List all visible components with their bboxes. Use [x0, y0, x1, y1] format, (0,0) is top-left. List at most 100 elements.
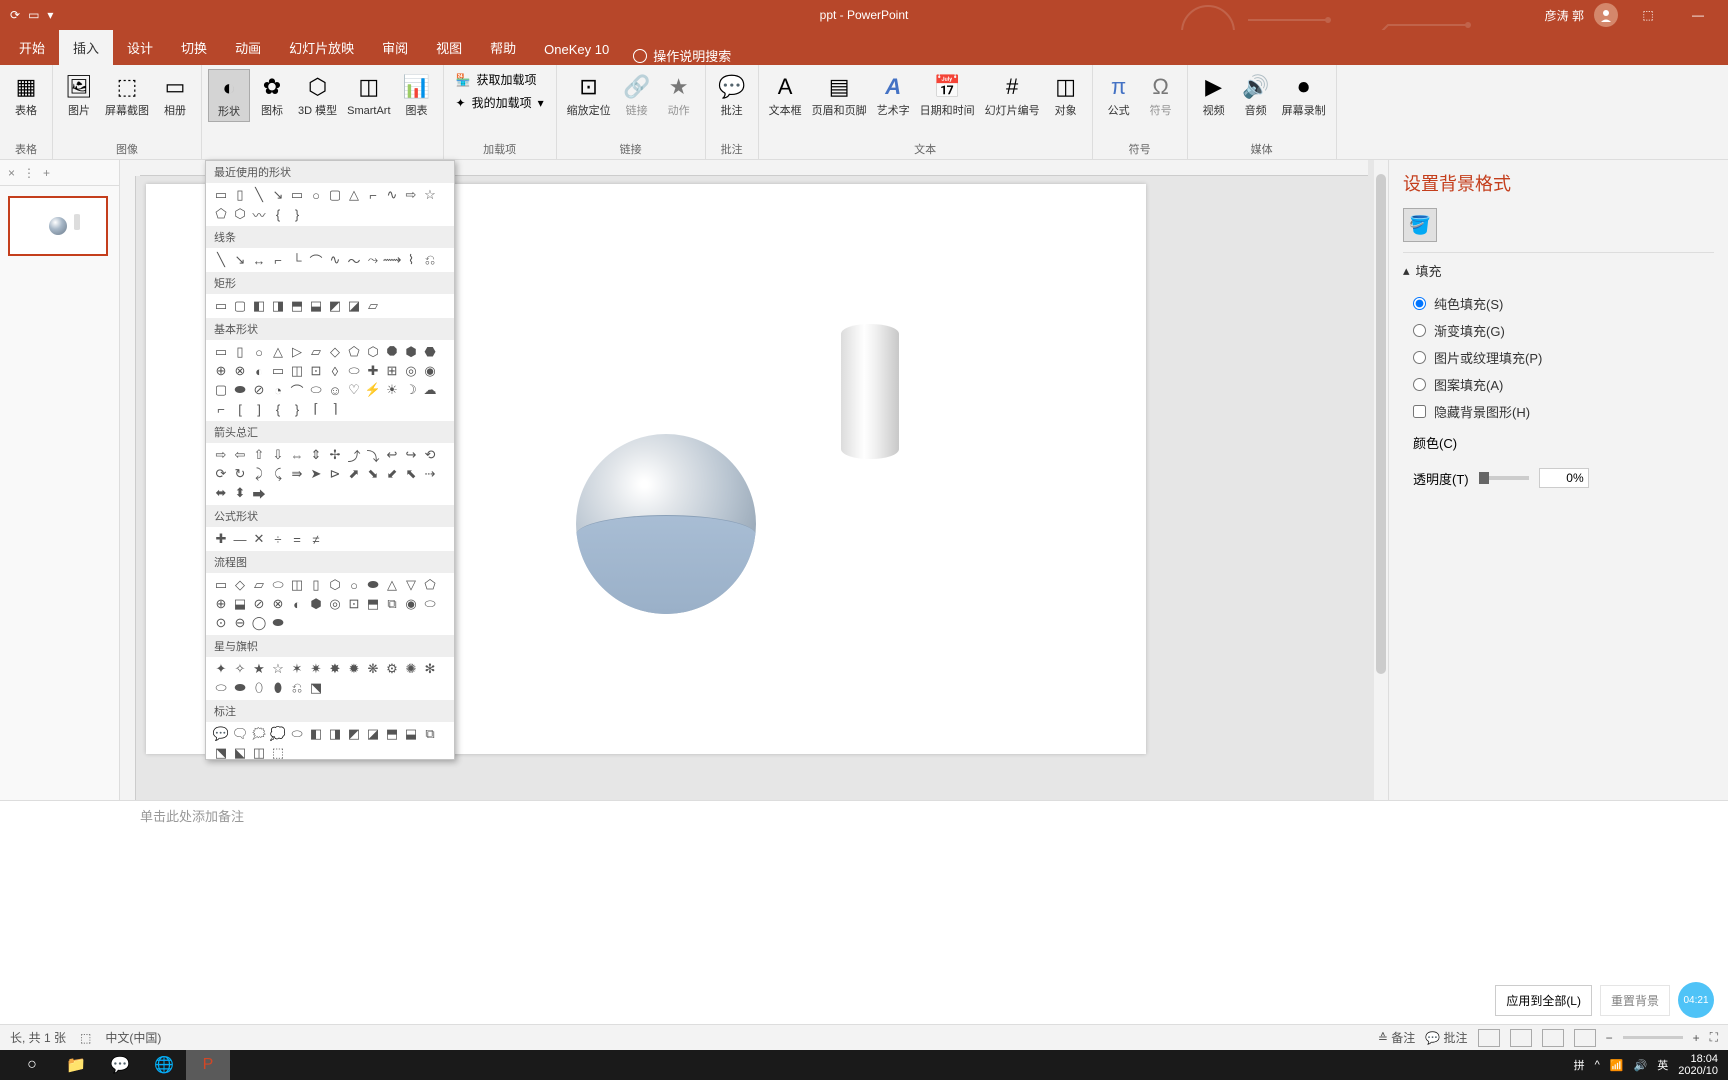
fill-section-title[interactable]: ▴填充: [1403, 261, 1714, 280]
shape-b15[interactable]: ◐: [250, 362, 268, 380]
clock-date[interactable]: 2020/10: [1678, 1065, 1718, 1077]
shape-f1[interactable]: ▭: [212, 576, 230, 594]
shape-b28[interactable]: ◔: [269, 381, 287, 399]
shape-arrow-r[interactable]: ⇨: [402, 186, 420, 204]
shape-f14[interactable]: ⬓: [231, 595, 249, 613]
shape-b8[interactable]: ⬠: [345, 343, 363, 361]
slide-thumbnail-1[interactable]: [8, 196, 108, 256]
user-avatar[interactable]: [1594, 3, 1618, 27]
shape-b9[interactable]: ⬡: [364, 343, 382, 361]
shape-f27[interactable]: ◯: [250, 614, 268, 632]
shape-line1[interactable]: ╲: [212, 251, 230, 269]
shape-b25[interactable]: ▢: [212, 381, 230, 399]
my-addins-button[interactable]: ✦我的加载项 ▾: [450, 92, 550, 113]
shape-s17[interactable]: ⎌: [288, 679, 306, 697]
shape-f21[interactable]: ⬒: [364, 595, 382, 613]
shape-a14[interactable]: ↻: [231, 465, 249, 483]
volume-icon[interactable]: 🔊: [1634, 1059, 1648, 1072]
shape-c6[interactable]: ◧: [307, 725, 325, 743]
slider-thumb[interactable]: [1479, 472, 1489, 484]
shape-s4[interactable]: ☆: [269, 660, 287, 678]
shape-a5[interactable]: ⇔: [288, 446, 306, 464]
shape-conn2[interactable]: ⟿: [383, 251, 401, 269]
header-footer-button[interactable]: ▤页眉和页脚: [808, 69, 871, 120]
shape-f28[interactable]: ⬬: [269, 614, 287, 632]
shape-s9[interactable]: ❋: [364, 660, 382, 678]
shape-b1[interactable]: ▭: [212, 343, 230, 361]
close-tab-icon[interactable]: ×: [8, 166, 15, 180]
shape-b20[interactable]: ⬭: [345, 362, 363, 380]
shape-s18[interactable]: ⬔: [307, 679, 325, 697]
shape-a19[interactable]: ⊳: [326, 465, 344, 483]
wordart-button[interactable]: A艺术字: [873, 69, 914, 120]
shape-rrect[interactable]: ▢: [326, 186, 344, 204]
shape-c4[interactable]: 💭: [269, 725, 287, 743]
shapes-button[interactable]: ◐形状: [208, 69, 250, 122]
shape-a4[interactable]: ⇩: [269, 446, 287, 464]
reset-bg-button[interactable]: 重置背景: [1600, 985, 1670, 1016]
shape-free1[interactable]: ⌇: [402, 251, 420, 269]
comments-toggle[interactable]: 💬 批注: [1425, 1029, 1467, 1046]
shape-c12[interactable]: ⧉: [421, 725, 439, 743]
screenrec-button[interactable]: ⏺屏幕录制: [1278, 69, 1330, 120]
shape-f12[interactable]: ⬠: [421, 576, 439, 594]
shape-a13[interactable]: ⟳: [212, 465, 230, 483]
datetime-button[interactable]: 📅日期和时间: [916, 69, 979, 120]
screenshot-button[interactable]: ⬚屏幕截图: [101, 69, 153, 120]
shape-e6[interactable]: ≠: [307, 530, 325, 548]
shape-b31[interactable]: ☺: [326, 381, 344, 399]
shape-line2[interactable]: ↘: [231, 251, 249, 269]
shape-r6[interactable]: ⬓: [307, 297, 325, 315]
shape-f24[interactable]: ⬭: [421, 595, 439, 613]
gradient-fill-radio[interactable]: [1413, 324, 1426, 337]
tab-animation[interactable]: 动画: [221, 30, 275, 65]
picture-fill-option[interactable]: 图片或纹理填充(P): [1403, 344, 1714, 371]
present-icon[interactable]: ▭: [28, 8, 39, 22]
shape-a18[interactable]: ➤: [307, 465, 325, 483]
clock-time[interactable]: 18:04: [1678, 1053, 1718, 1065]
shape-f15[interactable]: ⊘: [250, 595, 268, 613]
shape-s3[interactable]: ★: [250, 660, 268, 678]
shape-r4[interactable]: ◨: [269, 297, 287, 315]
powerpoint-icon[interactable]: P: [186, 1050, 230, 1080]
shape-a25[interactable]: ⬌: [212, 484, 230, 502]
shape-b36[interactable]: ☁: [421, 381, 439, 399]
notes-toggle[interactable]: ≙ 备注: [1378, 1029, 1415, 1046]
album-button[interactable]: ▭相册: [155, 69, 195, 120]
shape-s16[interactable]: ⬮: [269, 679, 287, 697]
shape-arrow-line[interactable]: ↘: [269, 186, 287, 204]
shape-a8[interactable]: ⤴: [345, 446, 363, 464]
shape-f16[interactable]: ⊗: [269, 595, 287, 613]
shape-oval[interactable]: ○: [307, 186, 325, 204]
shape-rect[interactable]: ▭: [288, 186, 306, 204]
add-tab-icon[interactable]: +: [43, 166, 50, 180]
chart-button[interactable]: 📊图表: [397, 69, 437, 120]
object-button[interactable]: ◫对象: [1046, 69, 1086, 120]
shape-s2[interactable]: ✧: [231, 660, 249, 678]
spellcheck-icon[interactable]: ⬚: [80, 1031, 91, 1045]
shape-f8[interactable]: ○: [345, 576, 363, 594]
picture-fill-radio[interactable]: [1413, 351, 1426, 364]
shape-b40[interactable]: {: [269, 400, 287, 418]
textbox-button[interactable]: A文本框: [765, 69, 806, 120]
shape-b23[interactable]: ◎: [402, 362, 420, 380]
shape-a9[interactable]: ⤵: [364, 446, 382, 464]
shape-b24[interactable]: ◉: [421, 362, 439, 380]
shape-s12[interactable]: ✻: [421, 660, 439, 678]
lang-indicator[interactable]: 英: [1657, 1057, 1668, 1073]
shape-b30[interactable]: ⬭: [307, 381, 325, 399]
shape-f6[interactable]: ▯: [307, 576, 325, 594]
shape-f10[interactable]: △: [383, 576, 401, 594]
shape-tri[interactable]: △: [345, 186, 363, 204]
browser-icon[interactable]: 🌐: [142, 1050, 186, 1080]
zoom-out[interactable]: −: [1606, 1031, 1613, 1045]
shape-a3[interactable]: ⇧: [250, 446, 268, 464]
autosave-icon[interactable]: ⟳: [10, 8, 20, 22]
shape-b7[interactable]: ◇: [326, 343, 344, 361]
shape-b26[interactable]: ⬬: [231, 381, 249, 399]
hide-bg-checkbox[interactable]: [1413, 405, 1426, 418]
shape-a12[interactable]: ⟲: [421, 446, 439, 464]
shape-f11[interactable]: ▽: [402, 576, 420, 594]
shape-c14[interactable]: ⬕: [231, 744, 249, 760]
slidenum-button[interactable]: #幻灯片编号: [981, 69, 1044, 120]
